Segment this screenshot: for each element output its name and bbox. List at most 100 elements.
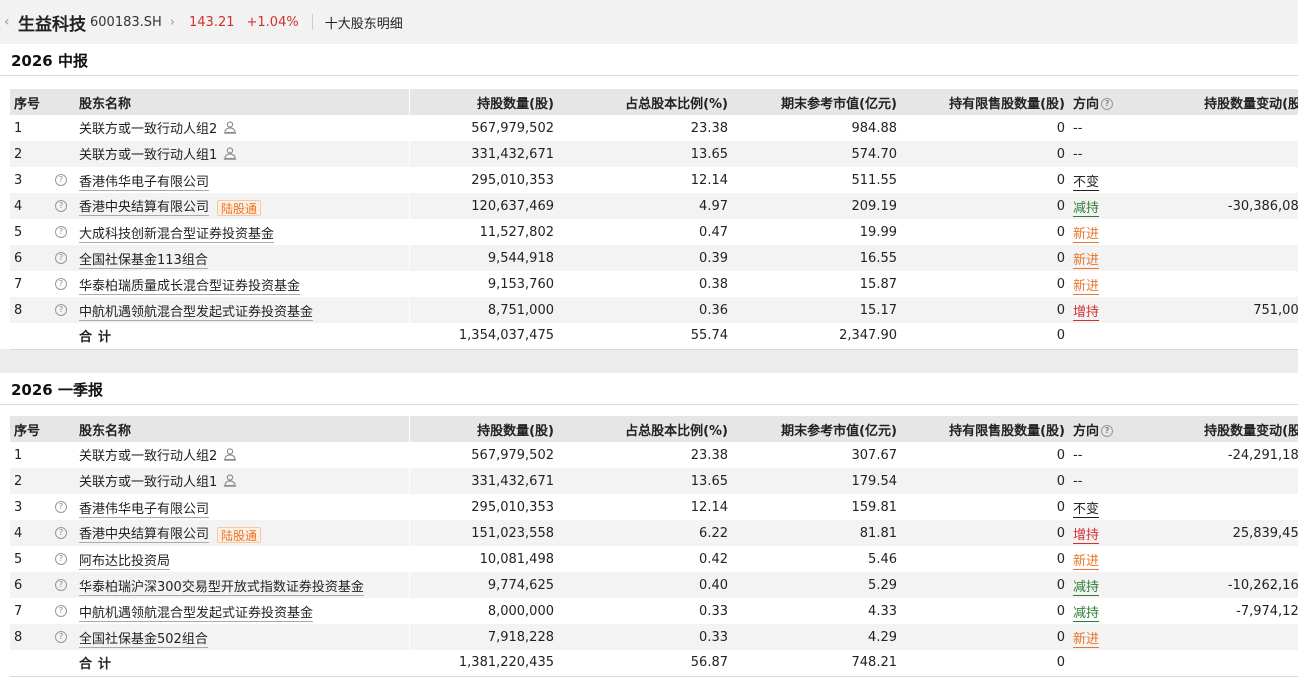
- shareholder-name[interactable]: 关联方或一致行动人组1: [79, 148, 217, 163]
- shareholder-name[interactable]: 全国社保基金113组合: [79, 252, 208, 269]
- shareholder-name[interactable]: 大成科技创新混合型证券投资基金: [79, 226, 275, 243]
- table-row[interactable]: 1 关联方或一致行动人组2 567,979,502 23.38 984.88 0 -- 0: [10, 115, 1298, 141]
- table-row[interactable]: 4? 香港中央结算有限公司 陆股通 120,637,469 4.97 209.19 0 减持 -…: [10, 193, 1298, 219]
- stock-connect-badge[interactable]: 陆股通: [217, 526, 262, 543]
- restricted-shares: 0: [1056, 302, 1065, 318]
- shareholder-name[interactable]: 关联方或一致行动人组1: [79, 475, 217, 490]
- row-info-cell: ?: [55, 297, 79, 323]
- total-label-cell: 合计: [79, 650, 410, 677]
- group-person-icon[interactable]: [223, 146, 237, 164]
- help-icon[interactable]: ?: [55, 226, 67, 238]
- shareholder-name[interactable]: 中航机遇领航混合型发起式证券投资基金: [79, 605, 314, 622]
- share-ratio: 0.33: [699, 629, 728, 645]
- col-header-index: 序号: [10, 416, 55, 442]
- share-ratio: 0.38: [699, 276, 728, 292]
- help-icon[interactable]: ?: [55, 200, 67, 212]
- direction-cell: --: [1065, 115, 1139, 141]
- stock-connect-badge[interactable]: 陆股通: [217, 199, 262, 216]
- shareholder-name[interactable]: 香港伟华电子有限公司: [79, 501, 210, 518]
- back-chevron-icon[interactable]: ‹: [4, 14, 14, 30]
- table-row[interactable]: 8? 全国社保基金502组合 7,918,228 0.33 4.29 0 新进 --: [10, 624, 1298, 650]
- table-row[interactable]: 2 关联方或一致行动人组1 331,432,671 13.65 179.54 0 -- 0: [10, 468, 1298, 494]
- table-row[interactable]: 5? 大成科技创新混合型证券投资基金 11,527,802 0.47 19.99 0 新进 -…: [10, 219, 1298, 245]
- table-row[interactable]: 6? 全国社保基金113组合 9,544,918 0.39 16.55 0 新进 --: [10, 245, 1298, 271]
- direction-value: 增持: [1073, 304, 1100, 321]
- help-icon[interactable]: ?: [55, 174, 67, 186]
- section-title: 2026 中报: [11, 52, 88, 70]
- shareholder-name[interactable]: 全国社保基金502组合: [79, 631, 208, 648]
- share-ratio: 0.36: [699, 302, 728, 318]
- shareholder-name[interactable]: 关联方或一致行动人组2: [79, 449, 217, 464]
- direction-value: --: [1073, 120, 1083, 136]
- shareholder-name-cell: 香港中央结算有限公司 陆股通: [79, 520, 410, 546]
- help-icon[interactable]: ?: [55, 527, 67, 539]
- group-person-icon[interactable]: [223, 473, 237, 491]
- direction-value: 新进: [1073, 553, 1100, 570]
- direction-cell: 新进: [1065, 245, 1139, 271]
- help-icon[interactable]: ?: [55, 605, 67, 617]
- shareholder-name[interactable]: 关联方或一致行动人组2: [79, 122, 217, 137]
- total-spacer: [1065, 323, 1139, 350]
- restricted-shares: 0: [1056, 172, 1065, 188]
- shareholder-name[interactable]: 香港中央结算有限公司: [79, 527, 210, 544]
- table-row[interactable]: 7? 华泰柏瑞质量成长混合型证券投资基金 9,153,760 0.38 15.87 0 新进…: [10, 271, 1298, 297]
- help-icon[interactable]: ?: [55, 501, 67, 513]
- share-ratio: 23.38: [690, 120, 728, 136]
- table-row[interactable]: 6? 华泰柏瑞沪深300交易型开放式指数证券投资基金 9,774,625 0.40 5.…: [10, 572, 1298, 598]
- shares-held: 11,527,802: [479, 224, 554, 240]
- share-ratio: 13.65: [690, 473, 728, 489]
- group-person-icon[interactable]: [223, 447, 237, 465]
- shareholder-name-cell: 关联方或一致行动人组2: [79, 115, 410, 141]
- share-change: -10,262,169: [1227, 577, 1298, 593]
- col-header-direction: 方向?: [1065, 416, 1139, 442]
- shareholder-name-cell: 华泰柏瑞沪深300交易型开放式指数证券投资基金: [79, 572, 410, 598]
- help-icon[interactable]: ?: [55, 278, 67, 290]
- help-icon[interactable]: ?: [1101, 425, 1114, 437]
- direction-cell: 不变: [1065, 494, 1139, 520]
- col-header-direction-label: 方向: [1073, 423, 1100, 439]
- table-row[interactable]: 7? 中航机遇领航混合型发起式证券投资基金 8,000,000 0.33 4.33 0 减持…: [10, 598, 1298, 624]
- col-header-ratio-label: 占总股本比例(%): [625, 96, 728, 112]
- table-row[interactable]: 4? 香港中央结算有限公司 陆股通 151,023,558 6.22 81.81 0 增持 25…: [10, 520, 1298, 546]
- help-icon[interactable]: ?: [55, 579, 67, 591]
- shareholder-name[interactable]: 中航机遇领航混合型发起式证券投资基金: [79, 304, 314, 321]
- col-header-direction-label: 方向: [1073, 96, 1100, 112]
- shareholder-name[interactable]: 华泰柏瑞质量成长混合型证券投资基金: [79, 278, 301, 295]
- help-icon[interactable]: ?: [55, 553, 67, 565]
- col-header-index-label: 序号: [14, 423, 41, 439]
- direction-cell: 不变: [1065, 167, 1139, 193]
- row-info-cell: [55, 468, 79, 494]
- table-row[interactable]: 2 关联方或一致行动人组1 331,432,671 13.65 574.70 0 -- 0: [10, 141, 1298, 167]
- restricted-shares: 0: [1056, 603, 1065, 619]
- market-value: 307.67: [851, 447, 898, 463]
- direction-value: 不变: [1073, 501, 1100, 518]
- shareholder-name[interactable]: 香港中央结算有限公司: [79, 200, 210, 217]
- table-row[interactable]: 3? 香港伟华电子有限公司 295,010,353 12.14 511.55 0 不变 0: [10, 167, 1298, 193]
- direction-value: 减持: [1073, 579, 1100, 596]
- row-info-cell: [55, 442, 79, 468]
- table-row[interactable]: 5? 阿布达比投资局 10,081,498 0.42 5.46 0 新进 --: [10, 546, 1298, 572]
- table-row[interactable]: 1 关联方或一致行动人组2 567,979,502 23.38 307.67 0 -- -24…: [10, 442, 1298, 468]
- col-header-restricted-label: 持有限售股数量(股): [949, 423, 1065, 439]
- table-row[interactable]: 3? 香港伟华电子有限公司 295,010,353 12.14 159.81 0 不变 0: [10, 494, 1298, 520]
- help-icon[interactable]: ?: [55, 631, 67, 643]
- group-person-icon[interactable]: [223, 120, 237, 138]
- shareholder-name[interactable]: 华泰柏瑞沪深300交易型开放式指数证券投资基金: [79, 579, 364, 596]
- table-row[interactable]: 8? 中航机遇领航混合型发起式证券投资基金 8,751,000 0.36 15.17 0 增…: [10, 297, 1298, 323]
- direction-value: --: [1073, 447, 1083, 463]
- direction-cell: 新进: [1065, 546, 1139, 572]
- direction-value: 新进: [1073, 252, 1100, 269]
- shareholder-name-cell: 香港中央结算有限公司 陆股通: [79, 193, 410, 219]
- market-value: 5.29: [868, 577, 897, 593]
- shareholder-name[interactable]: 香港伟华电子有限公司: [79, 174, 210, 191]
- row-index: 7: [14, 603, 23, 619]
- shareholder-name-cell: 中航机遇领航混合型发起式证券投资基金: [79, 598, 410, 624]
- row-info-cell: ?: [55, 271, 79, 297]
- help-icon[interactable]: ?: [55, 304, 67, 316]
- shareholder-name[interactable]: 阿布达比投资局: [79, 553, 171, 570]
- help-icon[interactable]: ?: [55, 252, 67, 264]
- chevron-right-icon[interactable]: ›: [170, 15, 175, 30]
- total-shares: 1,381,220,435: [409, 650, 554, 677]
- shareholder-name-cell: 大成科技创新混合型证券投资基金: [79, 219, 410, 245]
- help-icon[interactable]: ?: [1101, 98, 1114, 110]
